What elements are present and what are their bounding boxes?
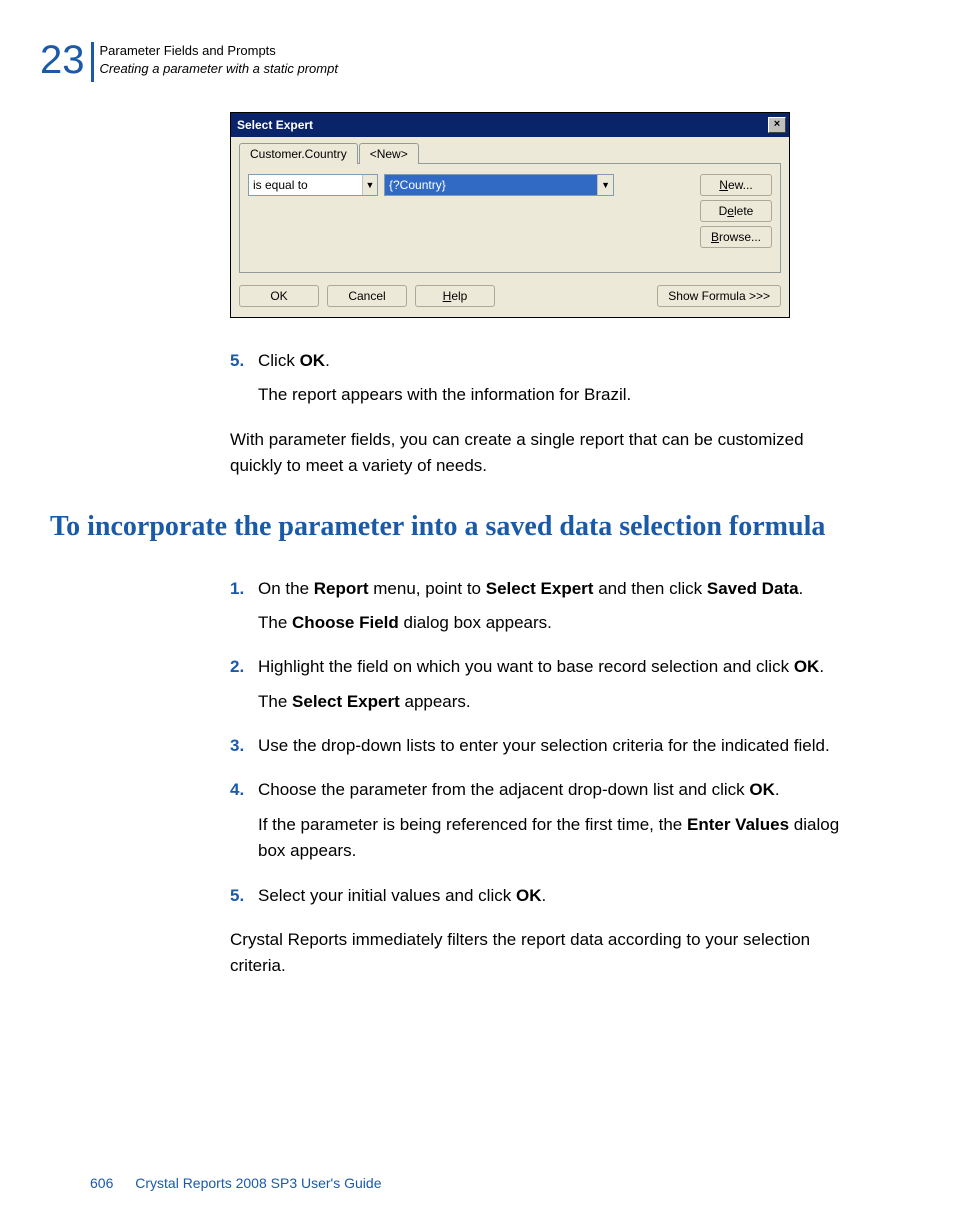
- content-area: 5. Click OK. The report appears with the…: [230, 348, 854, 479]
- step-2: 2. Highlight the field on which you want…: [230, 654, 854, 680]
- step-number: 3.: [230, 733, 250, 759]
- dialog-screenshot: Select Expert × Customer.Country <New> ▼…: [230, 112, 884, 318]
- chevron-down-icon[interactable]: ▼: [362, 175, 377, 195]
- page-header: 23 Parameter Fields and Prompts Creating…: [40, 40, 884, 82]
- page-footer: 606 Crystal Reports 2008 SP3 User's Guid…: [90, 1175, 381, 1191]
- chapter-number: 23: [40, 40, 85, 80]
- step-text: Click OK.: [258, 348, 330, 374]
- step-number: 1.: [230, 576, 250, 602]
- browse-button[interactable]: Browse...: [700, 226, 772, 248]
- value-input[interactable]: [385, 175, 597, 195]
- steps-content: 1. On the Report menu, point to Select E…: [230, 576, 854, 980]
- step-number: 5.: [230, 883, 250, 909]
- header-text: Parameter Fields and Prompts Creating a …: [100, 40, 338, 78]
- help-button[interactable]: Help: [415, 285, 495, 307]
- close-icon[interactable]: ×: [768, 117, 786, 133]
- step-4: 4. Choose the parameter from the adjacen…: [230, 777, 854, 803]
- step-text: Select your initial values and click OK.: [258, 883, 546, 909]
- delete-button[interactable]: Delete: [700, 200, 772, 222]
- step-number: 5.: [230, 348, 250, 374]
- show-formula-button[interactable]: Show Formula >>>: [657, 285, 781, 307]
- final-paragraph: Crystal Reports immediately filters the …: [230, 927, 854, 980]
- header-title: Parameter Fields and Prompts: [100, 42, 338, 60]
- value-dropdown[interactable]: ▼: [384, 174, 614, 196]
- operator-dropdown[interactable]: ▼: [248, 174, 378, 196]
- step-number: 2.: [230, 654, 250, 680]
- tab-customer-country[interactable]: Customer.Country: [239, 143, 358, 164]
- guide-name: Crystal Reports 2008 SP3 User's Guide: [135, 1175, 381, 1191]
- step-5b: 5. Select your initial values and click …: [230, 883, 854, 909]
- step-2-result: The Select Expert appears.: [258, 689, 854, 715]
- page-number: 606: [90, 1175, 113, 1191]
- step-5: 5. Click OK.: [230, 348, 854, 374]
- bottom-left-buttons: OK Cancel Help: [239, 285, 495, 307]
- dialog-bottom-row: OK Cancel Help Show Formula >>>: [239, 285, 781, 307]
- step-5-result: The report appears with the information …: [258, 382, 854, 408]
- step-1-result: The Choose Field dialog box appears.: [258, 610, 854, 636]
- dialog-body: Customer.Country <New> ▼ ▼ New... Delete…: [231, 137, 789, 317]
- section-heading: To incorporate the parameter into a save…: [50, 509, 884, 545]
- tab-strip: Customer.Country <New>: [239, 143, 781, 164]
- operator-value[interactable]: [249, 175, 362, 195]
- dialog-title: Select Expert: [237, 118, 313, 132]
- step-text: Use the drop-down lists to enter your se…: [258, 733, 830, 759]
- step-4-result: If the parameter is being referenced for…: [258, 812, 854, 865]
- tab-panel: ▼ ▼ New... Delete Browse...: [239, 163, 781, 273]
- chevron-down-icon[interactable]: ▼: [597, 175, 613, 195]
- paragraph: With parameter fields, you can create a …: [230, 427, 854, 480]
- ok-button[interactable]: OK: [239, 285, 319, 307]
- step-text: On the Report menu, point to Select Expe…: [258, 576, 803, 602]
- select-expert-dialog: Select Expert × Customer.Country <New> ▼…: [230, 112, 790, 318]
- new-button[interactable]: New...: [700, 174, 772, 196]
- step-1: 1. On the Report menu, point to Select E…: [230, 576, 854, 602]
- dialog-titlebar: Select Expert ×: [231, 113, 789, 137]
- step-text: Choose the parameter from the adjacent d…: [258, 777, 780, 803]
- chapter-divider: [91, 42, 94, 82]
- side-buttons: New... Delete Browse...: [700, 174, 772, 248]
- step-text: Highlight the field on which you want to…: [258, 654, 824, 680]
- step-3: 3. Use the drop-down lists to enter your…: [230, 733, 854, 759]
- header-subtitle: Creating a parameter with a static promp…: [100, 60, 338, 78]
- tab-new[interactable]: <New>: [359, 143, 419, 164]
- step-number: 4.: [230, 777, 250, 803]
- cancel-button[interactable]: Cancel: [327, 285, 407, 307]
